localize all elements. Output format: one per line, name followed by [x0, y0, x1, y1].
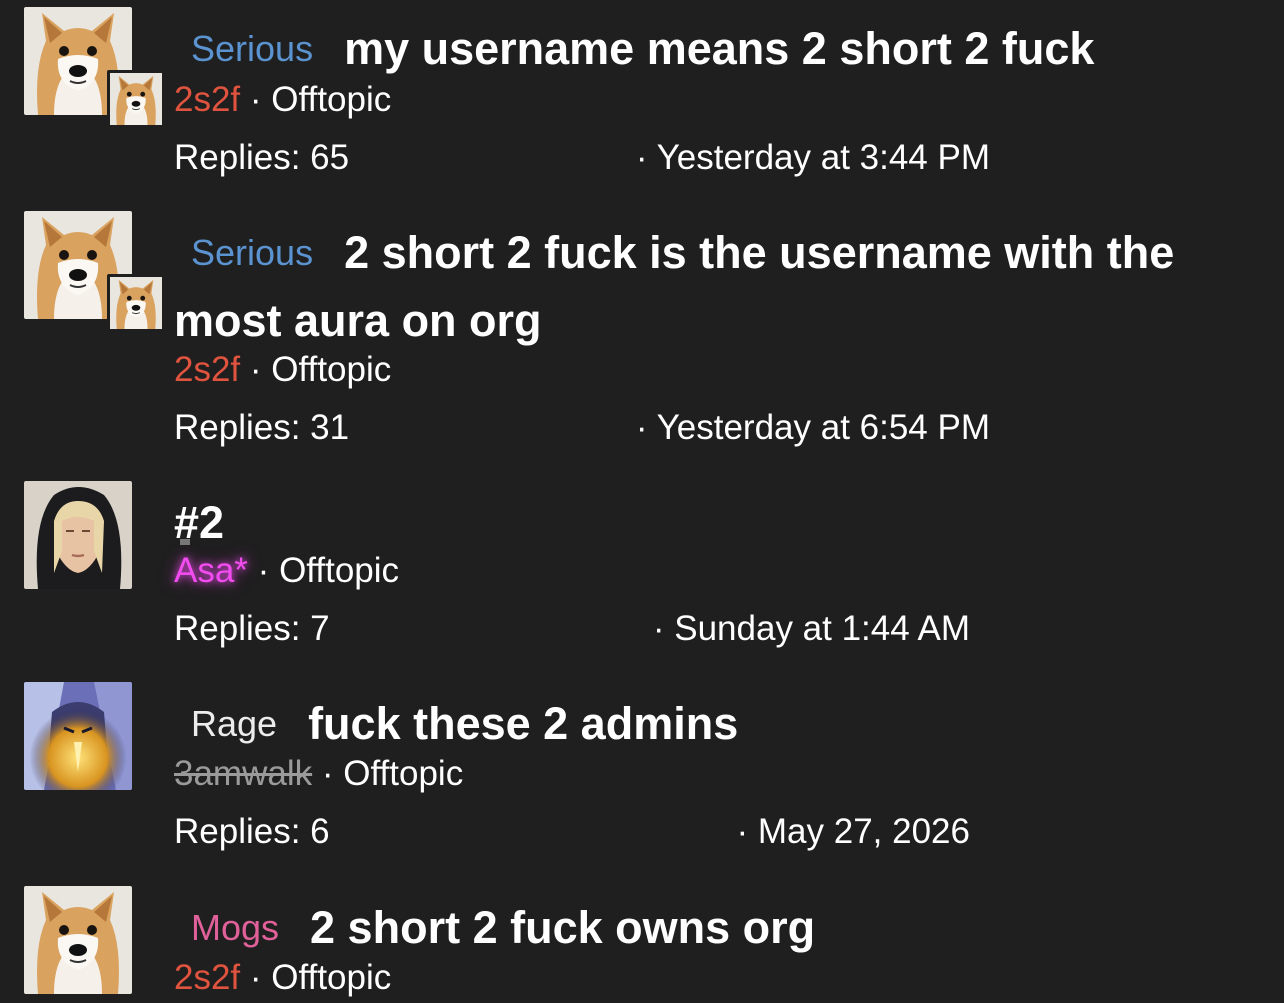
last-poster-avatar-dog-icon[interactable] [107, 274, 165, 332]
thread-last-post-date[interactable]: · Yesterday at 6:54 PM [636, 408, 990, 448]
meta-separator: · [249, 958, 262, 997]
thread-author[interactable]: 2s2f [174, 350, 240, 389]
thread-title[interactable]: my username means 2 short 2 fuck [344, 23, 1094, 74]
date-separator: · [652, 609, 665, 648]
thread-item[interactable]: Serious 2 short 2 fuck is the username wi… [0, 211, 1284, 471]
thread-last-post-date[interactable]: · Yesterday at 3:44 PM [636, 138, 990, 178]
meta-separator: · [257, 551, 270, 590]
author-avatar-anime-character-icon[interactable] [24, 682, 132, 790]
thread-title-line[interactable]: #2 [174, 489, 1254, 557]
thread-prefix-serious[interactable]: Serious [174, 233, 330, 273]
date-text[interactable]: May 27, 2026 [758, 812, 970, 851]
username-badge-mark [180, 539, 190, 545]
date-text[interactable]: Sunday at 1:44 AM [674, 609, 970, 648]
thread-item[interactable]: #2 Asa* · Offtopic Replies: 7 · Sunday a… [0, 481, 1284, 671]
thread-author[interactable]: 3amwalk [174, 754, 312, 793]
thread-author[interactable]: 2s2f [174, 80, 240, 119]
meta-separator: · [321, 754, 334, 793]
thread-title[interactable]: fuck these 2 admins [308, 698, 738, 749]
meta-separator: · [249, 350, 262, 389]
thread-title-line[interactable]: Rage fuck these 2 admins [174, 690, 1254, 758]
date-separator: · [736, 812, 749, 851]
thread-title-line[interactable]: Serious my username means 2 short 2 fuck [174, 15, 1254, 83]
thread-title-line[interactable]: Serious 2 short 2 fuck is the username wi… [174, 219, 1254, 355]
thread-title[interactable]: 2 short 2 fuck owns org [310, 902, 815, 953]
thread-author-name[interactable]: Asa* [174, 551, 248, 590]
meta-separator: · [249, 80, 262, 119]
thread-replies: Replies: 31 [174, 408, 350, 447]
thread-meta: 2s2f · Offtopic [174, 350, 391, 390]
thread-title-line[interactable]: Mogs 2 short 2 fuck owns org [174, 894, 1254, 962]
thread-author[interactable]: Asa* [174, 539, 248, 590]
thread-item[interactable]: Serious my username means 2 short 2 fuck … [0, 7, 1284, 197]
date-text[interactable]: Yesterday at 6:54 PM [657, 408, 990, 447]
thread-last-post-date[interactable]: · May 27, 2026 [737, 812, 970, 852]
thread-prefix-mogs[interactable]: Mogs [174, 908, 296, 948]
thread-meta: 2s2f · Offtopic [174, 80, 391, 120]
thread-replies: Replies: 7 [174, 609, 330, 648]
thread-replies: Replies: 6 [174, 812, 330, 851]
thread-item[interactable]: Rage fuck these 2 admins 3amwalk · Offtop… [0, 682, 1284, 872]
thread-author[interactable]: 2s2f [174, 958, 240, 997]
last-poster-avatar-dog-icon[interactable] [107, 70, 165, 128]
thread-replies: Replies: 65 [174, 138, 350, 177]
thread-meta: Asa* · Offtopic [174, 539, 399, 591]
thread-forum[interactable]: Offtopic [271, 958, 391, 997]
author-avatar-dog-icon[interactable] [24, 886, 132, 994]
thread-item[interactable]: Mogs 2 short 2 fuck owns org 2s2f · Offto… [0, 886, 1284, 1003]
thread-forum[interactable]: Offtopic [271, 80, 391, 119]
thread-last-post-date[interactable]: · Sunday at 1:44 AM [653, 609, 970, 649]
date-text[interactable]: Yesterday at 3:44 PM [657, 138, 990, 177]
thread-prefix-rage[interactable]: Rage [174, 704, 294, 744]
thread-prefix-serious[interactable]: Serious [174, 29, 330, 69]
date-separator: · [635, 138, 648, 177]
thread-meta: 3amwalk · Offtopic [174, 754, 463, 794]
thread-forum[interactable]: Offtopic [271, 350, 391, 389]
thread-meta: 2s2f · Offtopic [174, 958, 391, 998]
thread-forum[interactable]: Offtopic [279, 551, 399, 590]
author-avatar-hooded-person-icon[interactable] [24, 481, 132, 589]
thread-forum[interactable]: Offtopic [343, 754, 463, 793]
date-separator: · [635, 408, 648, 447]
